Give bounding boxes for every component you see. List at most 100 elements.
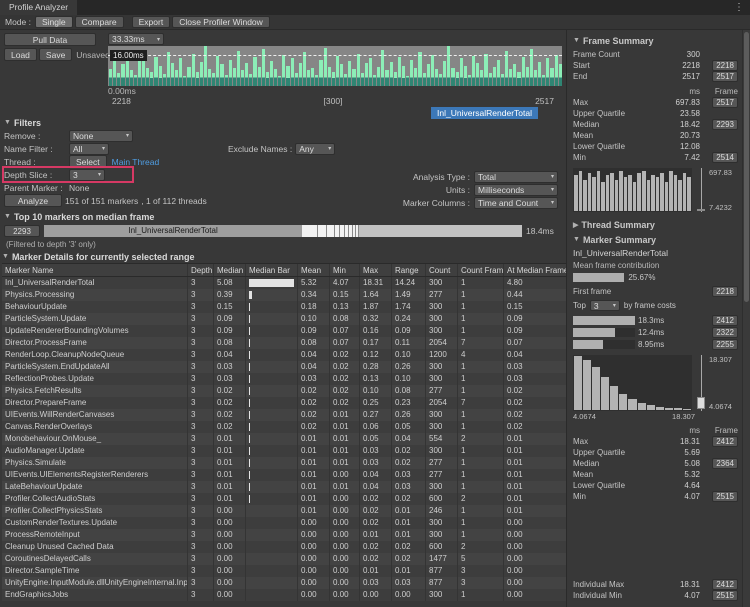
- marker-row[interactable]: BehaviourUpdate30.150.180.131.871.743001…: [2, 301, 566, 313]
- histogram-bar: [597, 171, 601, 211]
- column-header[interactable]: Depth: [188, 264, 214, 276]
- top-n-dropdown[interactable]: 3 ▾: [590, 300, 620, 311]
- marker-row[interactable]: Physics.Processing30.390.340.151.641.492…: [2, 289, 566, 301]
- marker-row[interactable]: Monobehaviour.OnMouse_30.010.010.010.050…: [2, 433, 566, 445]
- marker-row[interactable]: Director.SampleTime30.000.000.000.010.01…: [2, 565, 566, 577]
- marker-summary-foldout[interactable]: ▼ Marker Summary: [573, 233, 738, 246]
- analyze-button[interactable]: Analyze: [4, 194, 62, 207]
- mode-compare-button[interactable]: Compare: [75, 16, 124, 28]
- marker-columns-dropdown[interactable]: Time and Count ▾: [474, 197, 558, 209]
- marker-row[interactable]: CustomRenderTextures.Update30.000.000.00…: [2, 517, 566, 529]
- median-bar-cell: [246, 505, 298, 517]
- frame-link-button[interactable]: 2514: [712, 152, 738, 163]
- filters-foldout[interactable]: ▼ Filters: [4, 116, 562, 129]
- median-bar-cell: [246, 529, 298, 541]
- marker-row[interactable]: Cleanup Unused Cached Data30.000.000.000…: [2, 541, 566, 553]
- frame-scale-dropdown[interactable]: 33.33ms ▾: [108, 33, 164, 45]
- name-filter-dropdown[interactable]: All ▾: [69, 143, 109, 155]
- marker-row[interactable]: UpdateRendererBoundingVolumes30.090.090.…: [2, 325, 566, 337]
- frame-link-button[interactable]: 2322: [712, 327, 738, 338]
- top-marker-segment[interactable]: [356, 225, 359, 237]
- save-button[interactable]: Save: [39, 48, 72, 61]
- column-header[interactable]: Count Frame: [458, 264, 504, 276]
- frame-link-button[interactable]: 2515: [712, 590, 738, 601]
- marker-row[interactable]: LateBehaviourUpdate30.010.010.010.040.03…: [2, 481, 566, 493]
- marker-row[interactable]: EndGraphicsJobs30.000.000.000.000.003001…: [2, 589, 566, 601]
- summary-row: Max697.832517: [573, 97, 738, 108]
- top-marker-segment[interactable]: [318, 225, 328, 237]
- remove-dropdown[interactable]: None ▾: [69, 130, 133, 142]
- marker-row[interactable]: RenderLoop.CleanupNodeQueue30.040.040.02…: [2, 349, 566, 361]
- summary-row-label: Mean: [573, 131, 658, 140]
- vertical-scrollbar[interactable]: [742, 30, 750, 607]
- frame-link-button[interactable]: 2412: [712, 579, 738, 590]
- export-button[interactable]: Export: [132, 16, 171, 28]
- first-frame-button[interactable]: 2218: [712, 286, 738, 297]
- mode-single-button[interactable]: Single: [35, 16, 73, 28]
- marker-row[interactable]: UnityEngine.InputModule.dllUnityEngineIn…: [2, 577, 566, 589]
- marker-row[interactable]: Profiler.CollectAudioStats30.010.010.000…: [2, 493, 566, 505]
- selected-top-marker-segment[interactable]: Inl_UniversalRenderTotal: [44, 225, 302, 237]
- median-bar-cell: [246, 445, 298, 457]
- column-header[interactable]: At Median Frame: [504, 264, 566, 276]
- frame-link-button[interactable]: 2218: [712, 60, 738, 71]
- frame-link-button[interactable]: 2364: [712, 458, 738, 469]
- histogram-bar: [678, 180, 682, 212]
- frame-time-chart[interactable]: 16.00ms: [108, 46, 562, 86]
- marker-row[interactable]: ReflectionProbes.Update30.030.030.020.13…: [2, 373, 566, 385]
- column-header[interactable]: Mean: [298, 264, 330, 276]
- marker-row[interactable]: Physics.FetchResults30.020.020.020.100.0…: [2, 385, 566, 397]
- marker-row[interactable]: Canvas.RenderOverlays30.020.020.010.060.…: [2, 421, 566, 433]
- marker-row[interactable]: Physics.Simulate30.010.010.010.030.02277…: [2, 457, 566, 469]
- marker-row[interactable]: CoroutinesDelayedCalls30.000.000.000.020…: [2, 553, 566, 565]
- column-header[interactable]: Marker Name: [2, 264, 188, 276]
- top-marker-segment[interactable]: [327, 225, 334, 237]
- marker-name-cell: AudioManager.Update: [2, 445, 188, 457]
- frame-link-button[interactable]: 2412: [712, 436, 738, 447]
- frame-link-button[interactable]: 2517: [712, 97, 738, 108]
- window-tab[interactable]: Profile Analyzer: [0, 0, 77, 15]
- top-markers-foldout[interactable]: ▼ Top 10 markers on median frame: [4, 210, 562, 223]
- marker-row[interactable]: Director.ProcessFrame30.080.080.070.170.…: [2, 337, 566, 349]
- column-header[interactable]: Count: [426, 264, 458, 276]
- column-header[interactable]: Range: [392, 264, 426, 276]
- median-bar-cell: [246, 373, 298, 385]
- thread-summary-foldout[interactable]: ▶ Thread Summary: [573, 218, 738, 231]
- column-header[interactable]: Median: [214, 264, 246, 276]
- depth-slice-dropdown[interactable]: 3 ▾: [69, 169, 105, 181]
- marker-row[interactable]: UIEvents.WillRenderCanvases30.020.020.01…: [2, 409, 566, 421]
- frame-summary-foldout[interactable]: ▼ Frame Summary: [573, 34, 738, 47]
- frame-link-button[interactable]: 2255: [712, 339, 738, 350]
- thread-select-button[interactable]: Select: [69, 155, 107, 168]
- pull-data-button[interactable]: Pull Data: [4, 33, 96, 46]
- column-header[interactable]: Max: [360, 264, 392, 276]
- marker-row[interactable]: Inl_UniversalRenderTotal35.085.324.0718.…: [2, 277, 566, 289]
- kebab-menu-icon[interactable]: ⋮: [734, 2, 744, 13]
- frame-link-button[interactable]: 2412: [712, 315, 738, 326]
- top-markers-bar[interactable]: Inl_UniversalRenderTotal: [44, 225, 522, 237]
- scrollbar-thumb[interactable]: [744, 32, 749, 302]
- column-header[interactable]: Median Bar: [246, 264, 298, 276]
- frame-link-button[interactable]: 2293: [712, 119, 738, 130]
- analysis-type-dropdown[interactable]: Total ▾: [474, 171, 558, 183]
- top-marker-segment[interactable]: [302, 225, 317, 237]
- exclude-names-dropdown[interactable]: Any ▾: [295, 143, 335, 155]
- load-button[interactable]: Load: [4, 48, 37, 61]
- frame-link-button[interactable]: 2515: [712, 491, 738, 502]
- frame-link-button[interactable]: 2517: [712, 71, 738, 82]
- foldout-open-icon: ▼: [4, 213, 11, 220]
- median-frame-button[interactable]: 2293: [4, 225, 40, 237]
- marker-row[interactable]: AudioManager.Update30.010.010.010.030.02…: [2, 445, 566, 457]
- column-header[interactable]: Min: [330, 264, 360, 276]
- summary-row-value: 4.64: [658, 481, 700, 490]
- chevron-down-icon: ▾: [328, 145, 331, 152]
- marker-row[interactable]: UIEvents.UIElementsRegisterRenderers30.0…: [2, 469, 566, 481]
- marker-row[interactable]: ProcessRemoteInput30.000.000.000.010.013…: [2, 529, 566, 541]
- units-dropdown[interactable]: Milliseconds ▾: [474, 184, 558, 196]
- marker-row[interactable]: ParticleSystem.Update30.090.100.080.320.…: [2, 313, 566, 325]
- marker-details-foldout[interactable]: ▼ Marker Details for currently selected …: [2, 250, 566, 263]
- marker-row[interactable]: ParticleSystem.EndUpdateAll30.030.040.02…: [2, 361, 566, 373]
- marker-row[interactable]: Profiler.CollectPhysicsStats30.000.010.0…: [2, 505, 566, 517]
- close-profiler-window-button[interactable]: Close Profiler Window: [172, 16, 270, 28]
- marker-row[interactable]: Director.PrepareFrame30.020.020.020.250.…: [2, 397, 566, 409]
